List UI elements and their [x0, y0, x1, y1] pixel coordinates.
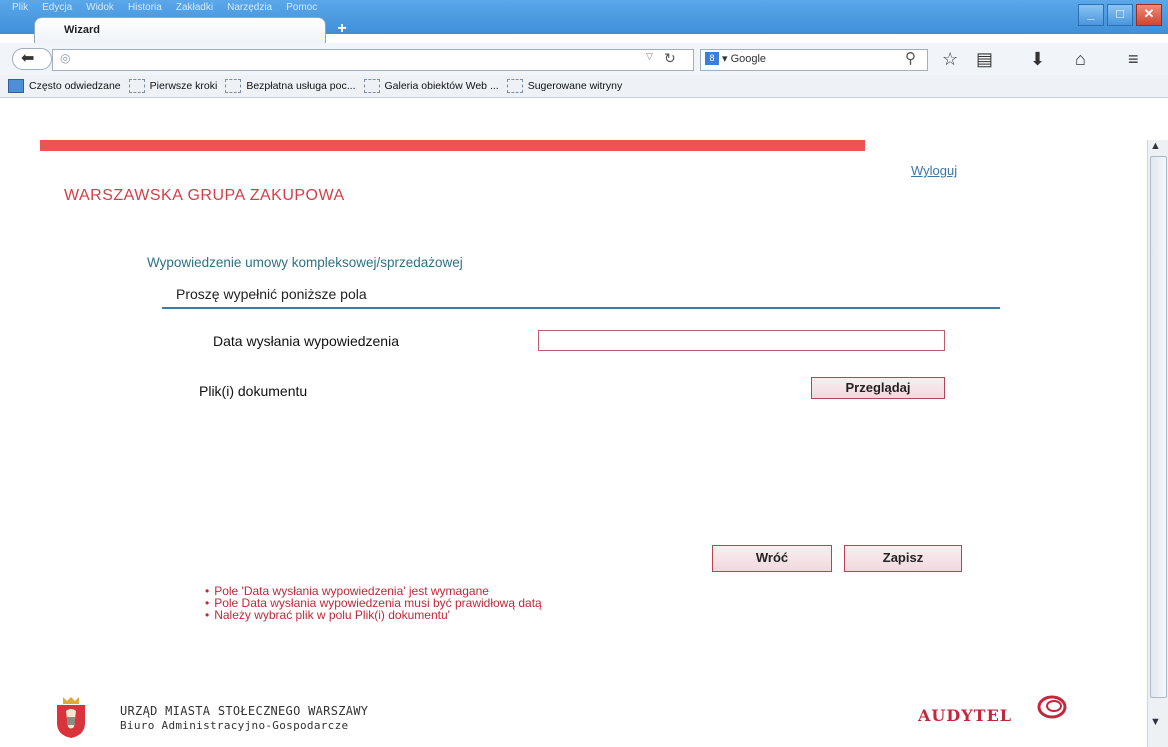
bookmark-item[interactable]: Pierwsze kroki: [128, 79, 217, 93]
new-tab-icon[interactable]: +: [333, 20, 351, 38]
back-button[interactable]: Wróć: [712, 545, 832, 572]
bookmarks-bar: Często odwiedzane Pierwsze kroki Bezpłat…: [0, 75, 1168, 98]
globe-icon: ◎: [60, 51, 71, 65]
form-header: Proszę wypełnić poniższe pola: [176, 286, 367, 302]
bookmark-icon: [363, 79, 380, 93]
downloads-icon[interactable]: ⬇: [1030, 49, 1045, 70]
menu-item-zakladki[interactable]: Zakładki: [176, 0, 213, 18]
menu-item-pomoc[interactable]: Pomoc: [286, 0, 317, 18]
date-sent-input[interactable]: [538, 330, 945, 351]
scrollbar-thumb[interactable]: [1150, 156, 1167, 698]
bookmark-folder-icon: [8, 79, 24, 93]
menu-bar: Plik Edycja Widok Historia Zakładki Narz…: [12, 0, 317, 18]
menu-item-narzedzia[interactable]: Narzędzia: [227, 0, 272, 18]
file-path-field[interactable]: [538, 377, 808, 399]
tab-title: Wizard: [64, 24, 100, 36]
search-icon[interactable]: ⚲: [905, 49, 916, 67]
reload-icon[interactable]: ↻: [664, 50, 676, 67]
bookmark-icon: [128, 79, 145, 93]
scroll-up-icon[interactable]: ▲: [1150, 140, 1161, 152]
maximize-icon[interactable]: □: [1107, 4, 1133, 26]
menu-item-plik[interactable]: Plik: [12, 0, 28, 18]
department-name: Biuro Administracyjno-Gospodarcze: [120, 719, 349, 732]
minimize-icon[interactable]: _: [1078, 4, 1104, 26]
section-title: Wypowiedzenie umowy kompleksowej/sprzeda…: [147, 255, 463, 270]
url-history-dropdown-icon[interactable]: ▽: [646, 51, 653, 62]
bookmark-item[interactable]: Często odwiedzane: [0, 79, 121, 93]
browse-button[interactable]: Przeglądaj: [811, 377, 945, 399]
save-button[interactable]: Zapisz: [844, 545, 962, 572]
home-icon[interactable]: ⌂: [1075, 49, 1086, 70]
logout-link[interactable]: Wyloguj: [911, 163, 957, 178]
menu-hamburger-icon[interactable]: ≡: [1128, 49, 1139, 70]
bookmark-item[interactable]: Galeria obiektów Web ...: [363, 79, 499, 93]
form-divider: [162, 307, 1000, 309]
window-controls: _ □ ✕: [1078, 4, 1162, 26]
search-engine-label: ▾ Google: [722, 53, 767, 65]
address-bar[interactable]: [52, 49, 694, 71]
bookmarks-menu-icon[interactable]: ▤: [976, 49, 993, 70]
audytel-logo-mark-icon: [1037, 695, 1067, 719]
bookmark-icon: [506, 79, 523, 93]
error-message: Należy wybrać plik w polu Plik(i) dokume…: [205, 609, 542, 621]
bookmark-star-icon[interactable]: ☆: [942, 49, 958, 70]
menu-item-edycja[interactable]: Edycja: [42, 0, 72, 18]
menu-item-widok[interactable]: Widok: [86, 0, 114, 18]
audytel-logo: AUDYTEL: [918, 706, 1013, 725]
city-office-name: URZĄD MIASTA STOŁECZNEGO WARSZAWY: [120, 704, 369, 718]
warsaw-crest-icon: [57, 697, 85, 738]
file-field-label: Plik(i) dokumentu: [199, 383, 308, 399]
date-field-label: Data wysłania wypowiedzenia: [213, 333, 399, 349]
back-arrow-icon[interactable]: ⬅: [12, 48, 52, 70]
bookmark-item[interactable]: Bezpłatna usługa poc...: [225, 79, 356, 93]
validation-errors: Pole 'Data wysłania wypowiedzenia' jest …: [205, 585, 542, 621]
search-engine-icon[interactable]: 8: [705, 52, 719, 65]
site-brand: WARSZAWSKA GRUPA ZAKUPOWA: [64, 187, 345, 204]
menu-item-historia[interactable]: Historia: [128, 0, 162, 18]
close-icon[interactable]: ✕: [1136, 4, 1162, 26]
bookmark-icon: [225, 79, 242, 93]
header-accent-bar: [40, 140, 865, 151]
scroll-down-icon[interactable]: ▼: [1150, 716, 1161, 728]
bookmark-item[interactable]: Sugerowane witryny: [506, 79, 622, 93]
